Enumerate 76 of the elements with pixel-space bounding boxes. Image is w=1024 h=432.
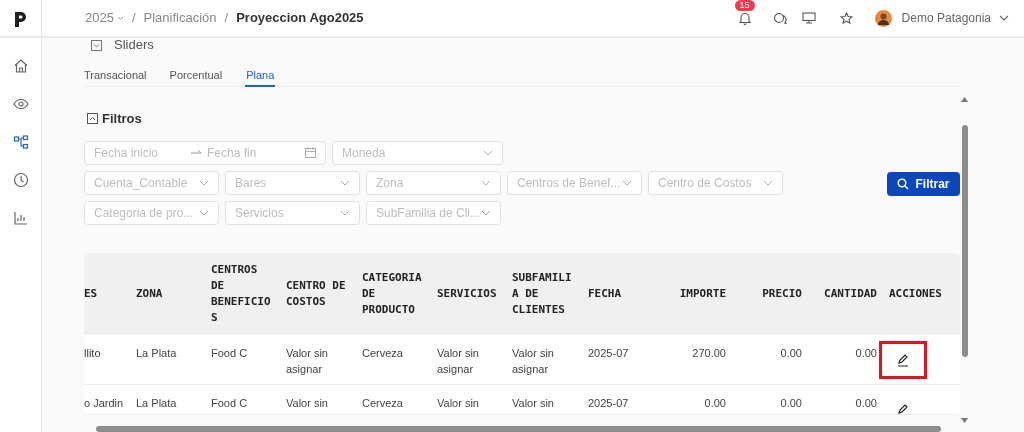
table-cell-text: La Plata (136, 345, 178, 361)
column-header: ES (84, 285, 99, 302)
column-header: FECHA (588, 285, 623, 302)
table-cell-text: 2025-07 (588, 345, 630, 361)
scrollbar-thumb[interactable] (962, 125, 968, 357)
table-cell-text: 270.00 (692, 345, 726, 361)
column-header: SERVICIOS (437, 285, 498, 302)
home-icon[interactable] (12, 58, 29, 74)
table-cell-text: Valor sin asignar (286, 345, 329, 377)
table-cell-text: Valor sin (437, 395, 480, 411)
expand-icon[interactable] (91, 39, 102, 51)
clock-icon[interactable] (12, 172, 29, 188)
calendar-icon[interactable] (305, 147, 316, 158)
avatar[interactable] (874, 9, 892, 27)
column-header: IMPORTE (679, 285, 726, 302)
column-header: CANTIDAD (824, 285, 877, 302)
column-header: SUBFAMILIA DE CLIENTES (512, 269, 573, 318)
scroll-down-icon[interactable] (961, 418, 968, 423)
tab[interactable]: Plana (245, 65, 276, 87)
table-cell-text: 2025-07 (588, 395, 630, 411)
breadcrumb-separator: / (224, 9, 229, 28)
bell-icon[interactable] (738, 11, 751, 25)
filters-title: Filtros (102, 110, 142, 128)
select-field[interactable]: Zona (376, 173, 404, 192)
breadcrumb-link[interactable]: 2025 (85, 8, 114, 28)
arrow-right-icon (191, 149, 202, 156)
table-cell-text: Valor sin (286, 395, 329, 411)
table-cell-text: Cerveza (362, 345, 404, 361)
section-title: Sliders (114, 36, 154, 55)
table-cell-text: 0.00 (704, 395, 726, 411)
column-header: ZONA (136, 285, 164, 302)
table-cell-text: 0.00 (780, 345, 802, 361)
table-cell-text: 0.00 (855, 345, 877, 361)
table-cell-text: 0.00 (780, 395, 802, 411)
table-cell-text: o Jardin (84, 395, 125, 411)
star-icon[interactable] (839, 11, 853, 25)
column-header: CENTRO DE COSTOS (286, 277, 347, 310)
eye-icon[interactable] (12, 96, 29, 112)
chat-icon[interactable] (772, 11, 787, 25)
logo-icon[interactable] (13, 9, 28, 27)
table-cell-text: llito (84, 345, 102, 361)
pencil-icon (896, 352, 910, 367)
diagram-icon[interactable] (12, 134, 29, 150)
table-cell-text: Valor sin (512, 395, 555, 411)
table-cell-text: Valor sin asignar (512, 345, 555, 377)
notification-badge: 15 (734, 0, 755, 11)
table-cell-text: Valor sin asignar (437, 345, 480, 377)
table-cell-text: Food C (211, 395, 249, 411)
chevron-down-icon[interactable] (116, 15, 124, 21)
table-cell-text: La Plata (136, 395, 178, 411)
breadcrumb-link[interactable]: Planificación (143, 8, 217, 28)
scroll-up-icon[interactable] (961, 97, 968, 102)
column-header: ACCIONES (889, 285, 943, 302)
table-cell-text: 0.00 (855, 395, 877, 411)
column-header: PRECIO (762, 285, 802, 302)
breadcrumb-separator: / (131, 9, 136, 28)
start-date-field[interactable]: Fecha inicio (94, 143, 191, 162)
edit-button[interactable] (879, 340, 927, 379)
search-icon (897, 177, 910, 190)
select-field[interactable]: Moneda (342, 143, 386, 162)
tab[interactable]: Transacional (84, 65, 147, 87)
column-header: CATEGORIA DE PRODUCTO (362, 269, 423, 318)
tab[interactable]: Porcentual (169, 65, 223, 87)
collapse-icon[interactable] (87, 113, 98, 125)
table-cell-text: Cerveza (362, 395, 404, 411)
chevron-down-icon[interactable] (999, 15, 1009, 21)
bar-chart-icon[interactable] (12, 210, 29, 226)
column-header: CENTROS DE BENEFICIOS (211, 261, 272, 326)
table-cell-text: Food C (211, 345, 249, 361)
pencil-icon (896, 402, 910, 415)
filter-button[interactable]: Filtrar (887, 171, 960, 196)
monitor-icon[interactable] (801, 12, 816, 24)
horizontal-scrollbar-thumb[interactable] (96, 426, 941, 432)
end-date-field[interactable]: Fecha fin (207, 143, 257, 162)
select-field[interactable]: Bares (235, 173, 267, 192)
user-name[interactable]: Demo Patagonia (901, 9, 991, 27)
